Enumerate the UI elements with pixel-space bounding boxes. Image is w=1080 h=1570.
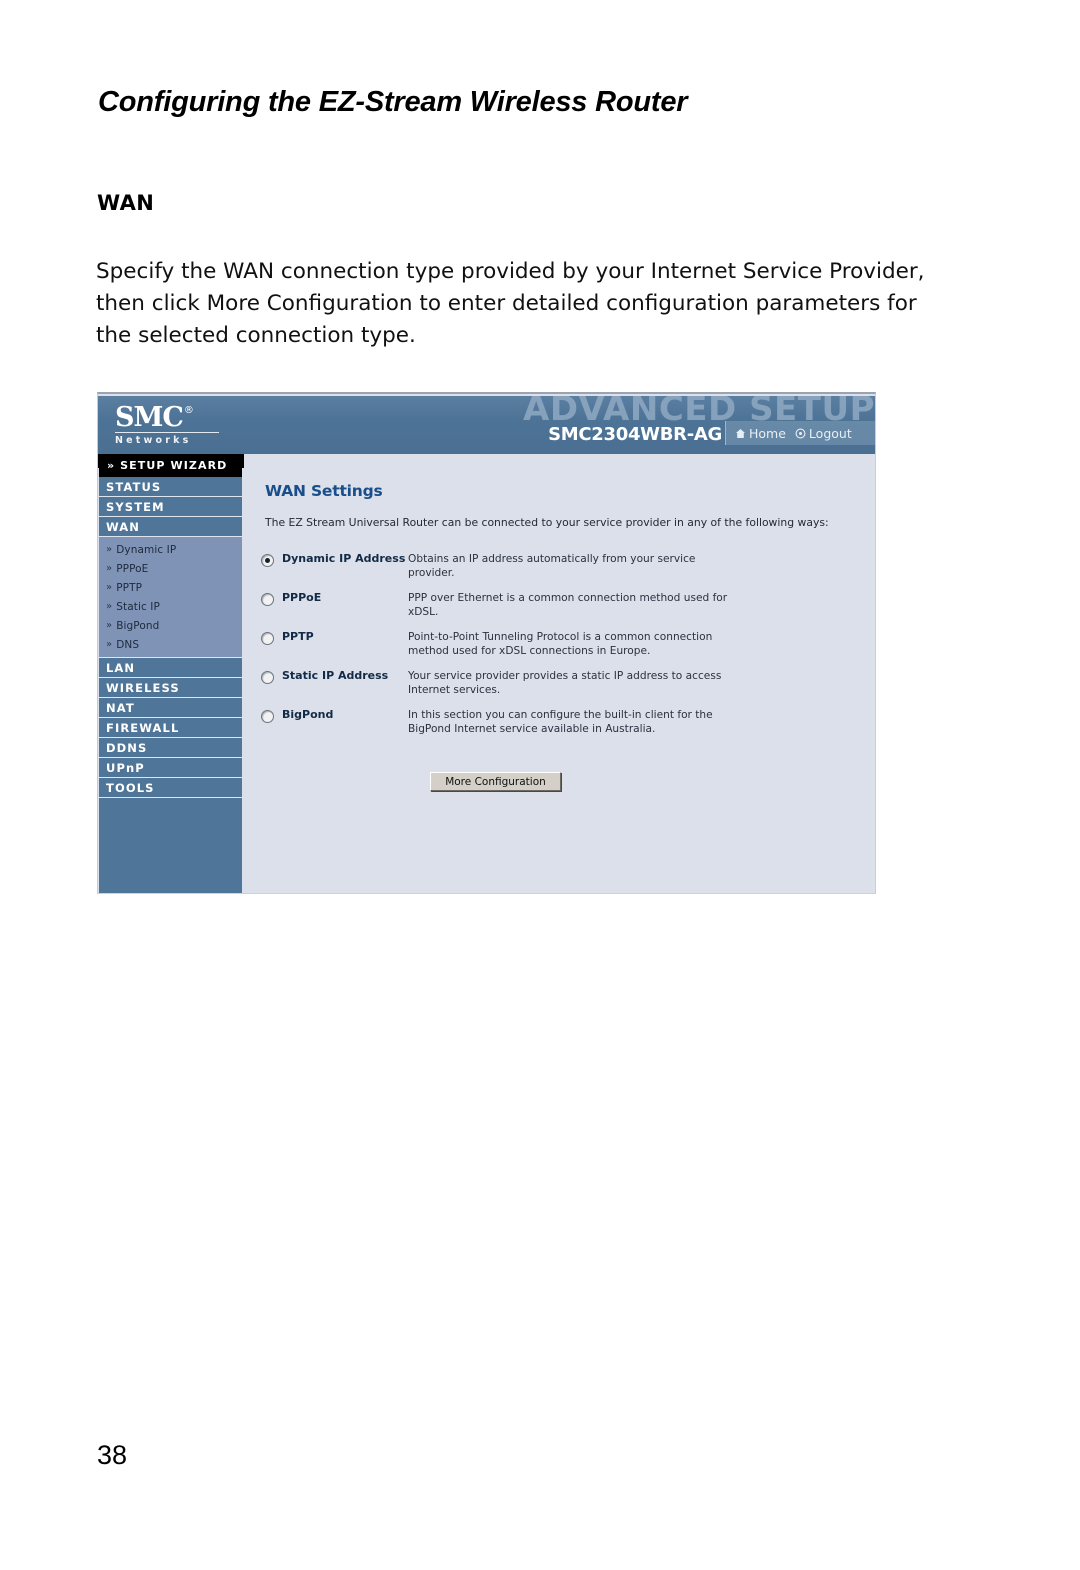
section-heading: WAN	[97, 191, 155, 215]
sidebar-subitem-label: BigPond	[116, 619, 160, 632]
sidebar-subitem-dynamic-ip[interactable]: » Dynamic IP	[99, 540, 242, 559]
chevron-right-icon: »	[106, 582, 113, 593]
option-bigpond[interactable]: BigPond In this section you can configur…	[261, 708, 861, 736]
sidebar-subitem-label: Dynamic IP	[116, 543, 177, 556]
chevron-right-icon: »	[106, 563, 113, 574]
sidebar-subitem-label: DNS	[116, 638, 140, 651]
model-name: SMC2304WBR-AG	[548, 424, 722, 445]
chevron-right-icon: »	[106, 601, 113, 612]
main-content: WAN Settings The EZ Stream Universal Rou…	[244, 454, 874, 891]
sidebar-wan-submenu: » Dynamic IP » PPPoE » PPTP » Static IP …	[99, 537, 242, 658]
body-paragraph: Specify the WAN connection type provided…	[96, 259, 925, 348]
sidebar-subitem-label: PPTP	[116, 581, 143, 594]
sidebar-item-ddns[interactable]: DDNS	[99, 738, 242, 758]
smc-logo-text: SMC	[115, 402, 184, 433]
sidebar-subitem-static-ip[interactable]: » Static IP	[99, 597, 242, 616]
option-pptp[interactable]: PPTP Point-to-Point Tunneling Protocol i…	[261, 630, 861, 658]
header-links: Home Logout	[725, 421, 875, 445]
option-label: Dynamic IP Address	[282, 552, 406, 565]
sidebar-subitem-dns[interactable]: » DNS	[99, 635, 242, 654]
option-label: PPTP	[282, 630, 314, 643]
sidebar-item-lan[interactable]: LAN	[99, 658, 242, 678]
sidebar-item-firewall[interactable]: FIREWALL	[99, 718, 242, 738]
page-title: Configuring the EZ-Stream Wireless Route…	[98, 86, 688, 118]
option-dynamic-ip[interactable]: Dynamic IP Address Obtains an IP address…	[261, 552, 861, 580]
sidebar-item-status[interactable]: STATUS	[99, 477, 242, 497]
logout-link[interactable]: Logout	[795, 426, 852, 441]
chevron-right-icon: »	[106, 544, 113, 555]
sidebar-subitem-pppoe[interactable]: » PPPoE	[99, 559, 242, 578]
home-link[interactable]: Home	[735, 426, 786, 441]
option-description: In this section you can configure the bu…	[408, 709, 713, 735]
sidebar-item-wireless[interactable]: WIRELESS	[99, 678, 242, 698]
smc-logo: SMC® Networks	[115, 404, 245, 446]
option-description: Obtains an IP address automatically from…	[408, 553, 696, 579]
logout-icon	[795, 428, 806, 439]
logout-link-label: Logout	[808, 425, 852, 441]
sidebar-subitem-pptp[interactable]: » PPTP	[99, 578, 242, 597]
smc-logo-subtitle: Networks	[115, 435, 192, 446]
option-pppoe[interactable]: PPPoE PPP over Ethernet is a common conn…	[261, 591, 861, 619]
option-description: Your service provider provides a static …	[408, 670, 722, 696]
sidebar-nav: » SETUP WIZARD STATUS SYSTEM WAN » Dynam…	[99, 454, 242, 893]
sidebar-subitem-label: Static IP	[116, 600, 160, 613]
more-configuration-button[interactable]: More Configuration	[430, 772, 561, 791]
sidebar-item-wan[interactable]: WAN	[99, 517, 242, 537]
radio-dynamic-ip[interactable]	[261, 554, 274, 567]
router-admin-screenshot: ADVANCED SETUP SMC® Networks SMC2304WBR-…	[97, 392, 876, 894]
chevron-right-icon: »	[106, 620, 113, 631]
sidebar-subitem-label: PPPoE	[116, 562, 149, 575]
option-static-ip[interactable]: Static IP Address Your service provider …	[261, 669, 861, 697]
radio-pptp[interactable]	[261, 632, 274, 645]
option-description: PPP over Ethernet is a common connection…	[408, 592, 728, 618]
page-number: 38	[97, 1440, 128, 1470]
registered-mark-icon: ®	[183, 405, 194, 416]
sidebar-item-setup-wizard[interactable]: » SETUP WIZARD	[99, 454, 242, 477]
sidebar-item-system[interactable]: SYSTEM	[99, 497, 242, 517]
sidebar-item-tools[interactable]: TOOLS	[99, 778, 242, 798]
option-description: Point-to-Point Tunneling Protocol is a c…	[408, 631, 713, 657]
option-label: Static IP Address	[282, 669, 389, 682]
sidebar-item-upnp[interactable]: UPnP	[99, 758, 242, 778]
option-label: PPPoE	[282, 591, 322, 604]
radio-static-ip[interactable]	[261, 671, 274, 684]
option-label: BigPond	[282, 708, 334, 721]
wan-settings-title: WAN Settings	[265, 482, 383, 500]
sidebar-item-nat[interactable]: NAT	[99, 698, 242, 718]
home-icon	[735, 428, 746, 439]
wan-settings-intro: The EZ Stream Universal Router can be co…	[265, 516, 829, 529]
sidebar-subitem-bigpond[interactable]: » BigPond	[99, 616, 242, 635]
chevron-right-icon: »	[106, 639, 113, 650]
radio-pppoe[interactable]	[261, 593, 274, 606]
ui-header: ADVANCED SETUP SMC® Networks SMC2304WBR-…	[98, 396, 875, 454]
radio-bigpond[interactable]	[261, 710, 274, 723]
wan-connection-type-options: Dynamic IP Address Obtains an IP address…	[261, 552, 861, 747]
home-link-label: Home	[749, 425, 786, 441]
